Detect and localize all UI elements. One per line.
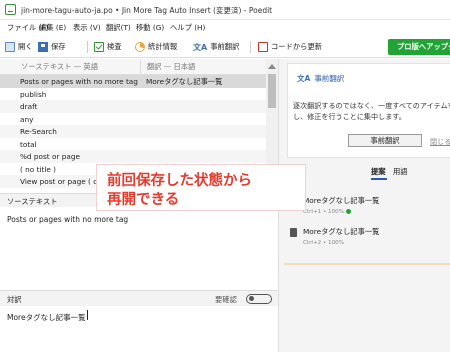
open-button[interactable]: 開く (5, 40, 33, 54)
validate-button[interactable]: 検査 (94, 40, 122, 54)
tab-glossary[interactable]: 用語 (393, 167, 408, 177)
translation-panel-header: 対訳 要確認 (0, 290, 278, 306)
title-bar: jin-more-tagu-auto-ja.po • Jin More Tag … (0, 0, 450, 20)
match-status-icon (346, 209, 352, 214)
suggestion-meta: Ctrl+1 • 100% (303, 209, 352, 215)
document-icon (290, 228, 297, 237)
update-from-code-button[interactable]: コードから更新 (258, 40, 322, 54)
pie-chart-icon (135, 42, 145, 52)
toolbar-separator (250, 41, 251, 53)
menu-edit[interactable]: 編集 (E) (39, 23, 66, 33)
row-source: ( no title ) (20, 164, 57, 174)
divider (284, 263, 450, 265)
save-icon (38, 42, 48, 52)
toolbar: 開く 保存 検査 統計情報 文A 事前翻訳 コードから更新 (0, 36, 450, 58)
scroll-up-arrow-icon[interactable] (268, 64, 276, 69)
folder-icon (5, 42, 15, 52)
stats-label: 統計情報 (148, 42, 178, 51)
row-source: Posts or pages with no more tag (20, 77, 138, 86)
save-label: 保存 (51, 42, 66, 51)
toolbar-separator (87, 41, 88, 53)
row-source: total (20, 139, 37, 149)
sidebar-tabs: 提案 用語 (287, 166, 450, 180)
suggestion-item[interactable]: Moreタグなし記事一覧 Ctrl+2 • 100% (284, 226, 450, 262)
list-row[interactable]: %d post or page (0, 150, 266, 163)
needs-review-label: 要確認 (215, 295, 237, 304)
annotation-line2: 再開できる (107, 192, 180, 208)
pretranslate-label: 事前翻訳 (210, 42, 240, 51)
row-source: publish (20, 89, 47, 99)
pretranslate-card-button[interactable]: 事前翻訳 (348, 134, 422, 147)
menu-view[interactable]: 表示 (V) (73, 23, 101, 33)
pretranslate-close-link[interactable]: 閉じる (430, 137, 450, 147)
pretranslate-description-line2: し、修正を行うことに集中します。 (293, 112, 406, 121)
row-source: Re-Search (20, 127, 57, 136)
scrollbar-thumb[interactable] (268, 74, 276, 108)
list-header: ソーステキスト — 英語 翻訳 — 日本語 (0, 59, 278, 75)
list-row[interactable]: Re-Search (0, 125, 266, 138)
suggestion-text: Moreタグなし記事一覧 (303, 196, 380, 205)
open-label: 開く (18, 42, 33, 51)
needs-review-toggle[interactable] (246, 294, 272, 304)
list-row[interactable]: total (0, 138, 266, 151)
translation-panel-label: 対訳 (7, 295, 22, 304)
source-panel-label: ソーステキスト (7, 197, 58, 206)
column-divider[interactable] (140, 59, 141, 75)
translation-input[interactable]: Moreタグなし記事一覧 (7, 312, 86, 323)
upgrade-pro-button[interactable]: プロ版へアップグ (388, 39, 450, 55)
menu-translation[interactable]: 翻訳(T) (106, 23, 131, 33)
row-source: View post or page ( op (20, 177, 103, 186)
list-row[interactable]: draft (0, 100, 266, 113)
text-cursor (87, 310, 88, 320)
list-row[interactable]: Posts or pages with no more tag Moreタグなし… (0, 75, 266, 88)
save-button[interactable]: 保存 (38, 40, 66, 54)
validate-label: 検査 (107, 42, 122, 51)
window-title: jin-more-tagu-auto-ja.po • Jin More Tag … (21, 6, 273, 15)
source-text: Posts or pages with no more tag (7, 215, 129, 224)
translate-icon: 文A (297, 74, 311, 83)
row-source: any (20, 114, 34, 124)
poedit-app-icon (5, 4, 16, 15)
column-source[interactable]: ソーステキスト — 英語 (21, 62, 98, 72)
menu-go[interactable]: 移動 (G) (136, 23, 164, 33)
menu-bar: ファイル (F) 編集 (E) 表示 (V) 翻訳(T) 移動 (G) ヘルプ … (0, 20, 450, 36)
translate-icon: 文A (193, 42, 208, 52)
suggestion-meta: Ctrl+2 • 100% (303, 240, 345, 246)
pretranslate-card-title-row: 文A 事前翻訳 (297, 73, 344, 84)
pretranslate-card-title: 事前翻訳 (314, 74, 345, 83)
row-translation: Moreタグなし記事一覧 (146, 77, 223, 86)
menu-help[interactable]: ヘルプ (H) (170, 23, 205, 33)
row-source: %d post or page (20, 152, 80, 161)
annotation-line1: 前回保存した状態から (107, 173, 252, 189)
suggestion-text: Moreタグなし記事一覧 (303, 227, 380, 236)
list-row[interactable]: publish (0, 88, 266, 101)
code-icon (258, 42, 268, 52)
pretranslate-button[interactable]: 文A 事前翻訳 (193, 40, 239, 54)
tab-suggestions[interactable]: 提案 (371, 167, 387, 180)
list-row[interactable]: any (0, 113, 266, 126)
pretranslate-description-line1: 逐次翻訳するのではなく、一度すべてのアイテムを (293, 101, 450, 110)
stats-button[interactable]: 統計情報 (135, 40, 177, 54)
update-from-code-label: コードから更新 (271, 42, 323, 51)
column-translation[interactable]: 翻訳 — 日本語 (147, 62, 195, 72)
row-source: draft (20, 102, 38, 111)
check-icon (94, 42, 104, 52)
